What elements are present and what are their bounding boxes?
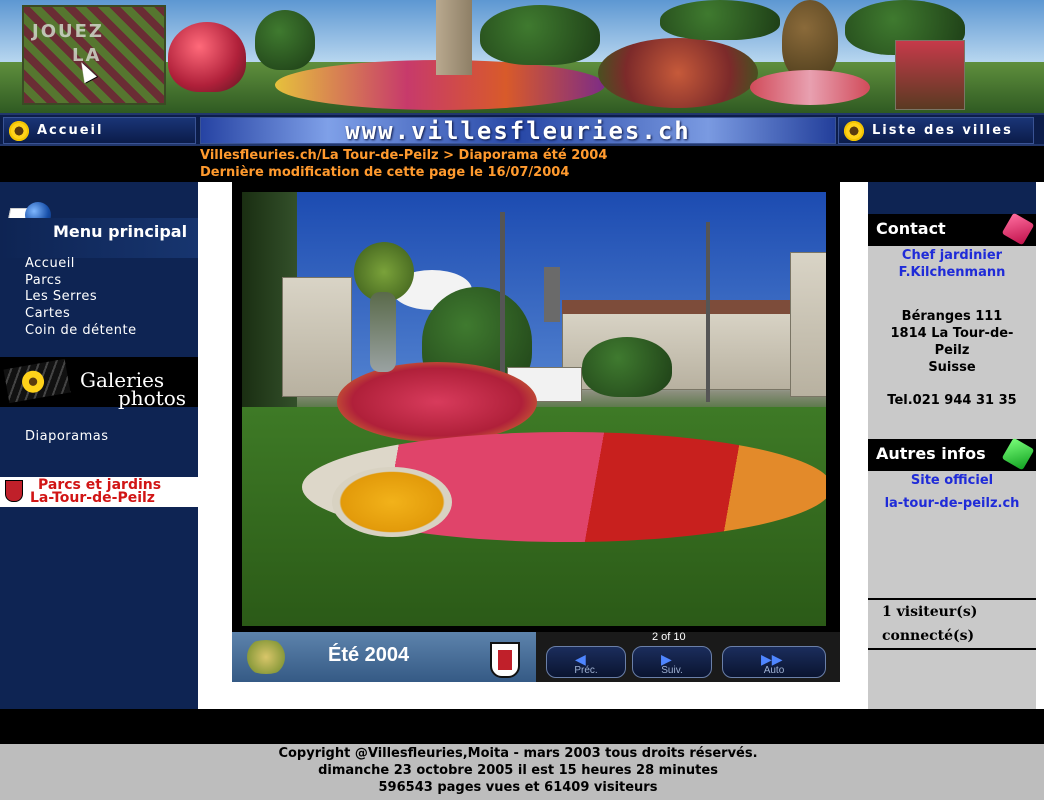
right-sidebar: Contact Chef jardinier F.Kilchenmann Bér…: [868, 182, 1036, 709]
sunflower-icon: [844, 120, 864, 141]
slideshow-title: Été 2004: [328, 644, 410, 666]
address-line-2: 1814 La Tour-de-: [890, 326, 1014, 341]
other-info-header: Autres infos: [868, 437, 1036, 471]
other-info-title: Autres infos: [876, 444, 986, 463]
coat-of-arms-icon: [490, 642, 520, 678]
photo-building-3: [790, 252, 826, 397]
main-menu-title: Menu principal: [53, 222, 188, 241]
tree-2: [480, 5, 600, 65]
menu-item-serres[interactable]: Les Serres: [25, 289, 97, 304]
flower-planter: [895, 40, 965, 110]
slideshow-caption-panel: Été 2004: [232, 632, 536, 682]
photo-lamp-post: [706, 222, 710, 402]
sunflower-icon: [9, 120, 29, 141]
sign-text-1: JOUEZ: [32, 21, 104, 42]
auto-label: Auto: [763, 665, 785, 676]
right-sidebar-top: [868, 182, 1036, 214]
menu-item-detente[interactable]: Coin de détente: [25, 323, 137, 338]
photo-roof: [562, 300, 792, 314]
footer-copyright: Copyright @Villesfleuries,Moita - mars 2…: [278, 746, 758, 761]
menu-item-parcs[interactable]: Parcs: [25, 273, 62, 288]
villesfleuries-logo-icon: [240, 640, 292, 674]
header-banner-image: JOUEZ LA: [0, 0, 1044, 113]
footer: Copyright @Villesfleuries,Moita - mars 2…: [0, 744, 1044, 800]
contact-header: Contact: [868, 212, 1036, 246]
site-url-text: www.villesfleuries.ch: [345, 116, 691, 145]
last-modified-text: Dernière modification de cette page le 1…: [200, 165, 570, 180]
contact-title: Contact: [876, 219, 946, 238]
contact-name[interactable]: F.Kilchenmann: [868, 265, 1036, 280]
breadcrumb: Villesfleuries.ch/La Tour-de-Peilz > Dia…: [200, 148, 608, 163]
town-site-link[interactable]: la-tour-de-peilz.ch: [868, 496, 1036, 511]
gem-icon: [1001, 437, 1035, 471]
prev-button[interactable]: ◀ Préc.: [546, 646, 626, 678]
photo-building-1: [282, 277, 352, 397]
tower-image: [436, 0, 472, 75]
chessboard-flower-sign: JOUEZ LA: [22, 5, 166, 105]
slide-counter: 2 of 10: [652, 631, 686, 643]
parcs-banner-line-2: La-Tour-de-Peilz: [30, 490, 155, 506]
tree-1: [255, 10, 315, 70]
visitors-line-2: connecté(s): [882, 628, 975, 644]
auto-play-button[interactable]: ▶▶ Auto: [722, 646, 826, 678]
photo-tree-right: [582, 337, 672, 397]
flower-tree: [168, 22, 246, 92]
gem-icon: [1001, 212, 1035, 246]
flower-bed-body: [337, 362, 537, 442]
visitors-line-1: 1 visiteur(s): [882, 604, 978, 620]
menu-item-cartes[interactable]: Cartes: [25, 306, 70, 321]
footer-datetime: dimanche 23 octobre 2005 il est 15 heure…: [318, 763, 718, 778]
next-button[interactable]: ▶ Suiv.: [632, 646, 712, 678]
next-label: Suiv.: [661, 665, 683, 676]
breadcrumb-bar: Villesfleuries.ch/La Tour-de-Peilz > Dia…: [0, 146, 1044, 182]
peacock-neck: [370, 292, 396, 372]
slideshow-photo: [242, 192, 826, 626]
photo-steeple: [544, 267, 560, 322]
tree-3: [660, 0, 780, 40]
main-content: Été 2004 2 of 10 ◀ Préc. ▶ Suiv. ▶▶ Auto: [198, 182, 868, 709]
official-site-link[interactable]: Site officiel: [868, 473, 1036, 488]
parcs-jardins-banner[interactable]: Parcs et jardins La-Tour-de-Peilz: [0, 477, 198, 507]
site-url-banner[interactable]: www.villesfleuries.ch: [200, 116, 836, 145]
flower-bed-yellow: [332, 467, 452, 537]
left-sidebar: Menu principal Accueil Parcs Les Serres …: [0, 182, 198, 709]
nav-home-button[interactable]: Accueil: [3, 117, 196, 144]
menu-item-diaporamas[interactable]: Diaporamas: [25, 429, 109, 444]
nav-cities-label: Liste des villes: [872, 123, 1013, 138]
flower-bed-small: [750, 70, 870, 105]
nav-home-label: Accueil: [37, 123, 104, 138]
slideshow-frame: Été 2004 2 of 10 ◀ Préc. ▶ Suiv. ▶▶ Auto: [232, 182, 840, 682]
visitors-online: 1 visiteur(s) connecté(s): [868, 598, 1036, 650]
footer-stats: 596543 pages vues et 61409 visiteurs: [378, 780, 658, 795]
nav-cities-button[interactable]: Liste des villes: [838, 117, 1034, 144]
top-nav-bar: Accueil www.villesfleuries.ch Liste des …: [0, 113, 1044, 146]
coat-of-arms-icon: [5, 480, 23, 502]
page-right-margin: [1036, 182, 1044, 800]
contact-role[interactable]: Chef jardinier: [868, 248, 1036, 263]
bottom-black-bar: [0, 709, 1044, 744]
gallery-title-2: photos: [118, 386, 187, 410]
flower-bed-heart: [598, 38, 758, 108]
address-line-1: Béranges 111: [901, 309, 1003, 324]
phone-number: Tel.021 944 31 35: [887, 393, 1017, 408]
address-line-4: Suisse: [928, 360, 976, 375]
slideshow-controls: Été 2004 2 of 10 ◀ Préc. ▶ Suiv. ▶▶ Auto: [232, 631, 840, 682]
menu-item-accueil[interactable]: Accueil: [25, 256, 75, 271]
flower-statue: [782, 0, 838, 80]
prev-label: Préc.: [574, 665, 598, 676]
address-line-3: Peilz: [934, 343, 970, 358]
